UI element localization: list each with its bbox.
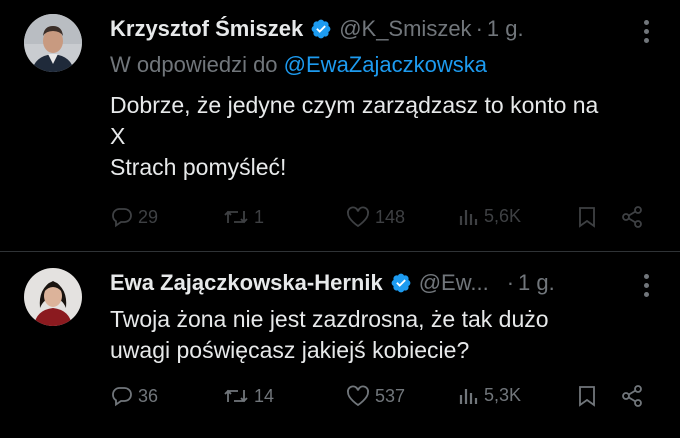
tweet-text: Dobrze, że jedyne czym zarządzasz to kon… [110,90,598,183]
tweet-1[interactable]: Krzysztof Śmiszek @K_Smiszek · 1 g. W od… [0,0,680,250]
timestamp[interactable]: 1 g. [518,270,555,296]
heart-icon [347,385,369,407]
tweet-actions: 36 14 537 5,3K [110,384,650,414]
author-name[interactable]: Ewa Zajączkowska-Hernik [110,270,383,296]
share-icon [622,385,642,407]
separator-dot: · [475,16,483,41]
views-button[interactable]: 5,3K [458,384,521,406]
reply-count: 29 [138,206,159,227]
more-icon[interactable] [644,274,652,298]
tweet-text-line: Twoja żona nie jest zazdrosna, że tak du… [110,306,549,332]
author-avatar[interactable] [24,268,82,326]
repost-button[interactable]: 1 [222,205,264,229]
repost-icon [224,389,248,403]
reply-prefix: W odpowiedzi do [110,52,278,77]
views-icon [459,210,478,225]
share-button[interactable] [620,205,644,229]
reply-button[interactable]: 36 [110,384,158,408]
bookmark-button[interactable] [576,384,598,408]
bookmark-icon [579,207,595,228]
author-handle[interactable]: @K_Smiszek [339,16,471,42]
heart-icon [347,206,369,228]
like-button[interactable]: 148 [345,205,405,229]
tweet-actions: 29 1 148 5,6K [110,205,650,235]
views-count: 5,6K [484,205,522,226]
like-button[interactable]: 537 [345,384,405,408]
verified-badge-icon [310,18,332,40]
repost-count: 1 [254,206,265,227]
views-count: 5,3K [484,384,522,405]
tweet-text-line: Strach pomyśleć! [110,154,287,180]
verified-badge-icon [390,272,412,294]
share-button[interactable] [620,384,644,408]
reply-context: W odpowiedzi do @EwaZajaczkowska [110,52,487,78]
tweet-text: Twoja żona nie jest zazdrosna, że tak du… [110,304,549,366]
tweet-text-line: Dobrze, że jedyne czym zarządzasz to kon… [110,92,599,118]
like-count: 148 [375,206,406,227]
tweet-header: Ewa Zajączkowska-Hernik @Ew... · 1 g. [110,268,555,298]
reply-icon [112,208,132,228]
tweet-text-line: uwagi poświęcasz jakiejś kobiecie? [110,337,470,363]
like-count: 537 [375,385,406,406]
separator-dot: · [506,270,515,295]
tweet-header: Krzysztof Śmiszek @K_Smiszek · 1 g. [110,14,524,44]
reply-mention-link[interactable]: @EwaZajaczkowska [284,52,487,77]
bookmark-button[interactable] [576,205,598,229]
timestamp[interactable]: 1 g. [487,16,524,42]
reply-button[interactable]: 29 [110,205,158,229]
views-button[interactable]: 5,6K [458,205,521,227]
tweet-text-line: X [110,123,126,149]
author-avatar[interactable] [24,14,82,72]
more-icon[interactable] [644,20,652,44]
tweet-2[interactable]: Ewa Zajączkowska-Hernik @Ew... · 1 g. Tw… [0,252,680,438]
bookmark-icon [579,386,595,407]
repost-icon [224,210,248,224]
author-handle[interactable]: @Ew... [419,270,489,296]
reply-icon [112,387,132,407]
repost-button[interactable]: 14 [222,384,274,408]
repost-count: 14 [254,385,275,406]
reply-count: 36 [138,385,159,406]
views-icon [459,389,478,404]
author-name[interactable]: Krzysztof Śmiszek [110,16,303,42]
share-icon [622,206,642,228]
